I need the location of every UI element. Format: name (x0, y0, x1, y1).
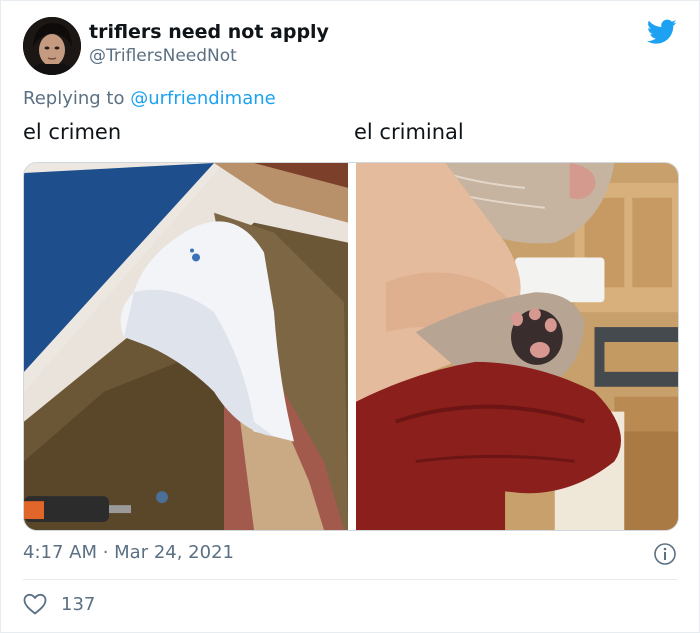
media-separator (348, 163, 356, 530)
tweet-card: triflers need not apply @TriflersNeedNot… (0, 0, 700, 633)
media-grid (23, 162, 679, 531)
avatar[interactable] (23, 17, 81, 75)
reply-target-link[interactable]: @urfriendimane (130, 88, 276, 109)
caption-left: el crimen (23, 120, 122, 144)
user-handle[interactable]: @TriflersNeedNot (89, 46, 237, 66)
like-count: 137 (61, 593, 96, 615)
twitter-bird-icon[interactable] (647, 19, 677, 45)
caption-right: el criminal (354, 120, 464, 144)
divider (23, 579, 677, 580)
heart-icon[interactable] (23, 593, 47, 615)
info-icon[interactable] (653, 542, 677, 566)
photo-criminal[interactable] (356, 163, 678, 530)
display-name[interactable]: triflers need not apply (89, 21, 329, 43)
photo-crime[interactable] (24, 163, 348, 530)
like-button[interactable]: 137 (23, 593, 95, 615)
replying-to-line: Replying to @urfriendimane (23, 88, 276, 109)
tweet-timestamp[interactable]: 4:17 AM · Mar 24, 2021 (23, 542, 234, 563)
replying-to-prefix: Replying to (23, 88, 131, 109)
